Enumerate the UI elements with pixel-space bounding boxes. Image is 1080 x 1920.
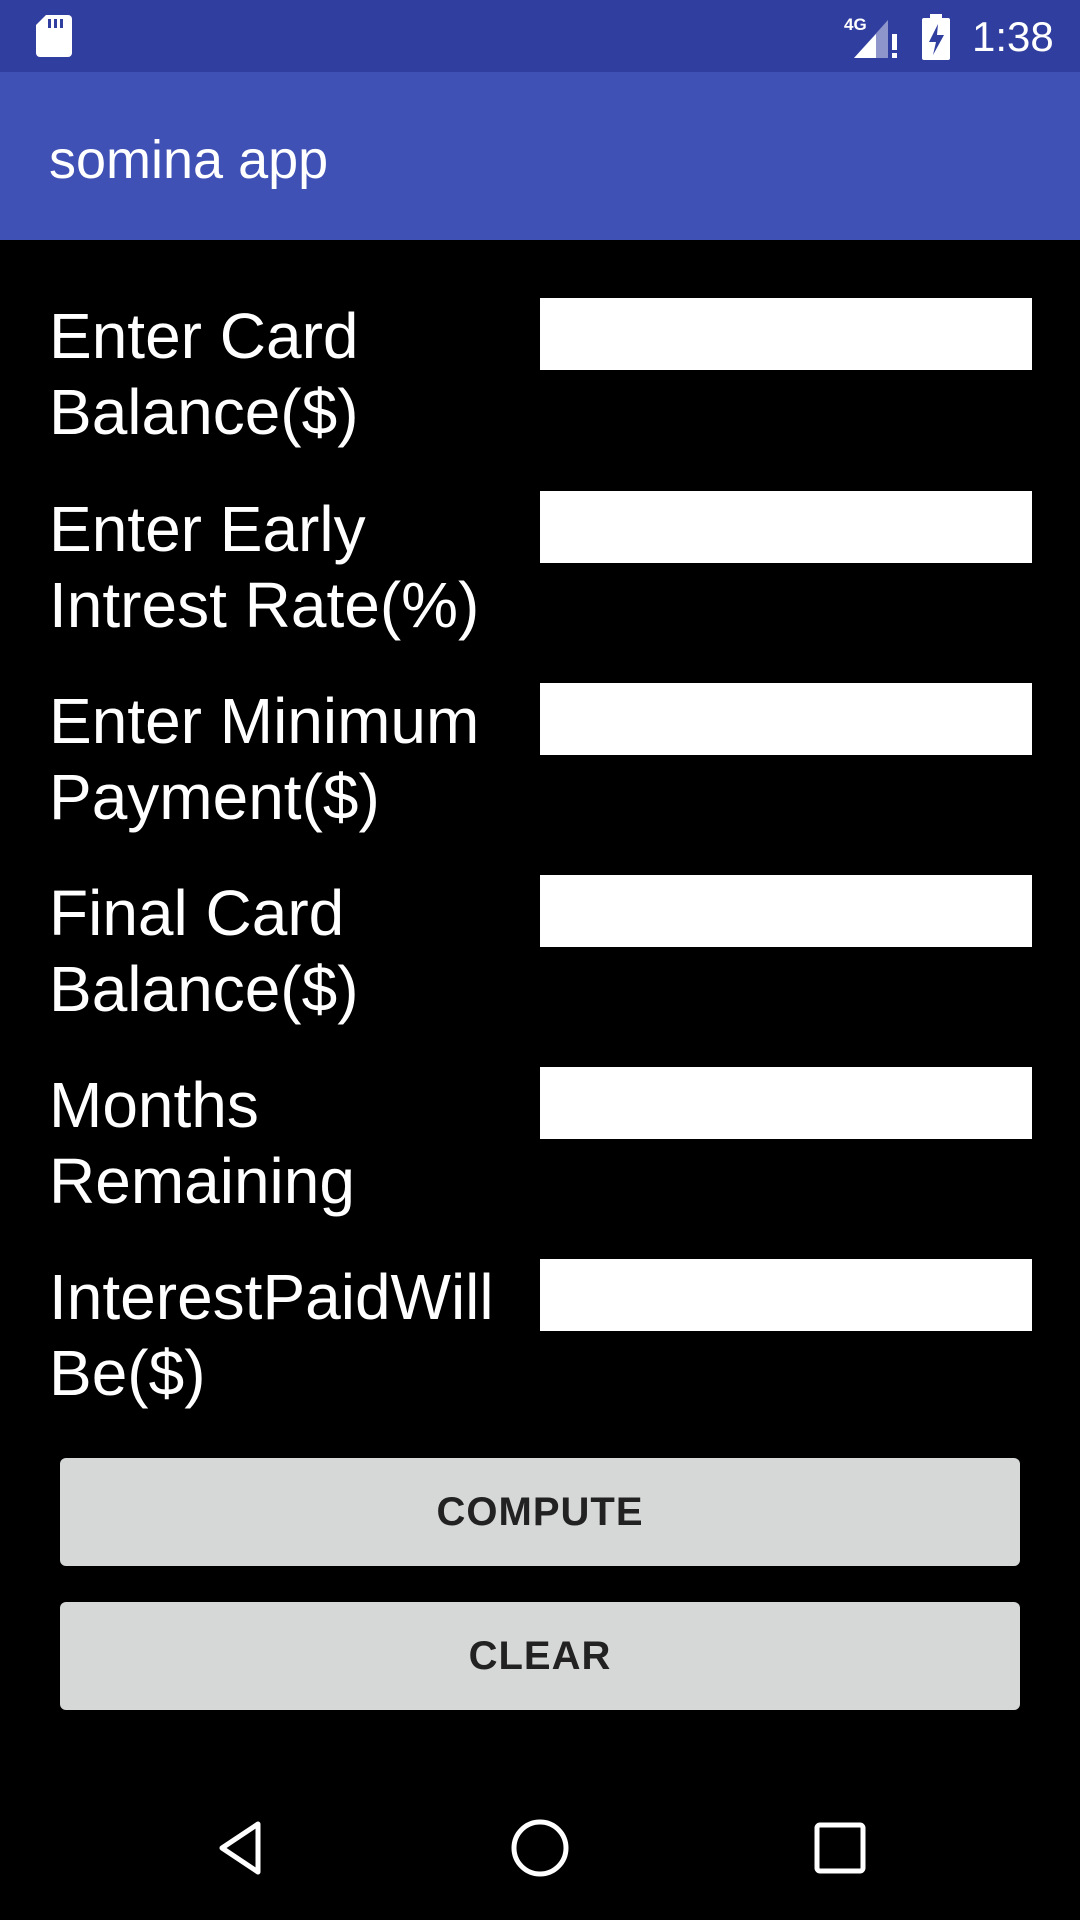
interest-paid-row: InterestPaidWill Be($) <box>0 1259 1080 1439</box>
home-icon <box>511 1819 569 1877</box>
clock: 1:38 <box>972 13 1054 60</box>
final-balance-row: Final Card Balance($) <box>0 875 1080 1055</box>
interest-rate-input[interactable] <box>540 491 1032 563</box>
back-icon <box>219 1821 261 1875</box>
navigation-bar <box>0 1776 1080 1920</box>
interest-rate-label: Enter Early Intrest Rate(%) <box>49 493 480 641</box>
battery-charging-icon <box>922 14 950 60</box>
sd-card-icon <box>36 15 72 57</box>
card-balance-label: Enter Card Balance($) <box>49 300 359 448</box>
minimum-payment-label: Enter Minimum Payment($) <box>49 685 480 833</box>
card-balance-input[interactable] <box>540 298 1032 370</box>
interest-paid-label: InterestPaidWill Be($) <box>49 1261 494 1409</box>
interest-rate-row: Enter Early Intrest Rate(%) <box>0 491 1080 671</box>
final-balance-input[interactable] <box>540 875 1032 947</box>
clear-button[interactable]: CLEAR <box>60 1602 1020 1710</box>
recents-button[interactable] <box>750 1776 930 1920</box>
network-type-label: 4G <box>844 15 867 34</box>
minimum-payment-row: Enter Minimum Payment($) <box>0 683 1080 863</box>
card-balance-row: Enter Card Balance($) <box>0 298 1080 478</box>
app-title: somina app <box>49 130 329 190</box>
months-remaining-row: Months Remaining <box>0 1067 1080 1247</box>
months-remaining-input[interactable] <box>540 1067 1032 1139</box>
recents-icon <box>814 1822 866 1874</box>
final-balance-label: Final Card Balance($) <box>49 877 359 1025</box>
interest-paid-input[interactable] <box>540 1259 1032 1331</box>
status-bar: 4G 1:38 <box>0 0 1080 72</box>
months-remaining-label: Months Remaining <box>49 1069 355 1217</box>
compute-button[interactable]: COMPUTE <box>60 1458 1020 1566</box>
minimum-payment-input[interactable] <box>540 683 1032 755</box>
back-button[interactable] <box>150 1776 330 1920</box>
signal-icon: 4G <box>844 15 897 58</box>
home-button[interactable] <box>450 1776 630 1920</box>
app-bar: somina app <box>0 72 1080 240</box>
